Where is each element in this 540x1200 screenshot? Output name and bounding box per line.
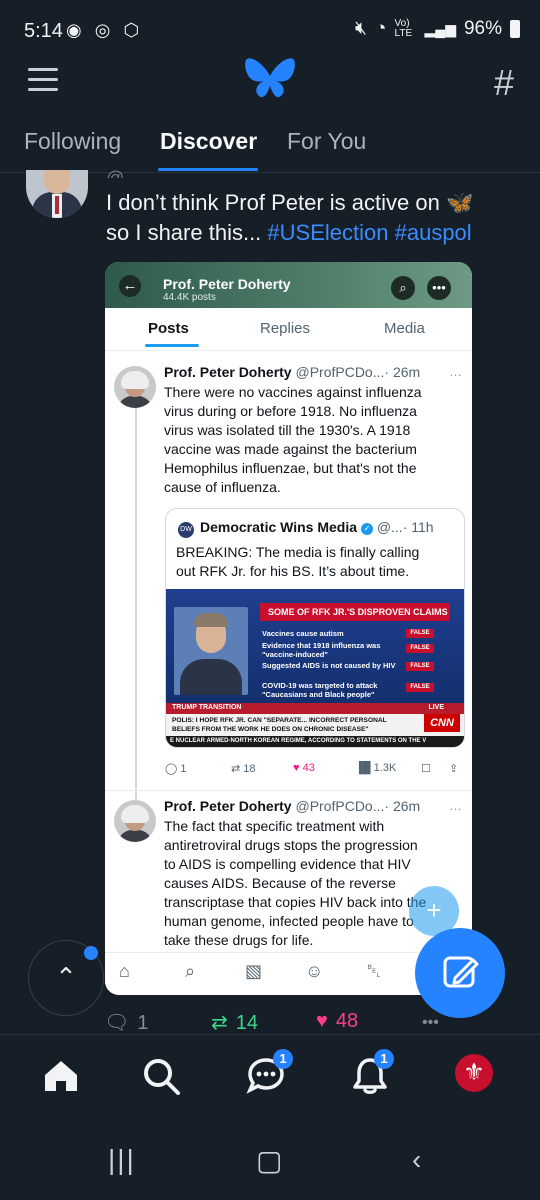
- tweet-avatar: [114, 800, 156, 842]
- home-button-icon[interactable]: ▢: [256, 1144, 282, 1177]
- tweet-avatar: [114, 366, 156, 408]
- claim: COVID-19 was targeted to attack "Caucasi…: [262, 681, 378, 699]
- hashtag-uselection[interactable]: #USElection: [267, 220, 388, 245]
- quote-header: Democratic Wins Media ✓ @...· 11h: [200, 519, 434, 535]
- tab-following[interactable]: Following: [24, 128, 121, 155]
- system-nav: ||| ▢ ‹: [0, 1118, 540, 1200]
- false-badge: FALSE: [406, 683, 434, 692]
- search-icon: ⌕: [185, 961, 196, 981]
- claim: Suggested AIDS is not caused by HIV: [262, 661, 396, 670]
- views-icon: ▐█ 1.3K: [355, 762, 397, 774]
- false-badge: FALSE: [406, 644, 434, 653]
- home-icon[interactable]: [40, 1055, 82, 1097]
- back-icon[interactable]: ‹: [412, 1144, 421, 1176]
- tweet2-header: Prof. Peter Doherty @ProfPCDo...· 26m: [164, 798, 421, 814]
- profile-tab-posts: Posts: [148, 320, 189, 337]
- tab-discover[interactable]: Discover: [160, 128, 257, 155]
- tweet1-actions: ◯︎ 1 ⇄ 18 ♥ 43 ▐█ 1.3K ☐ ⇪: [165, 762, 465, 780]
- tab-for-you[interactable]: For You: [287, 128, 366, 155]
- status-right: 🔇︎ ◔ Vo) LTE ▂▄▆ 96%: [355, 18, 520, 40]
- profile-tab-indicator: [145, 344, 199, 347]
- dw-logo: DW: [178, 522, 194, 538]
- cnn-logo: CNN: [424, 714, 460, 732]
- status-app-icons: ◉ ◎ ⬡: [66, 20, 144, 40]
- share-icon: ⇪: [449, 763, 459, 775]
- recents-icon[interactable]: |||: [108, 1144, 136, 1176]
- search-icon[interactable]: [140, 1055, 182, 1097]
- post-repost-button[interactable]: ⇄ 14: [211, 1010, 258, 1035]
- status-time: 5:14: [24, 20, 63, 42]
- profile-tab-replies: Replies: [260, 320, 311, 337]
- profile-name: Prof. Peter Doherty: [163, 276, 291, 292]
- news-strip: TRUMP TRANSITION LIVE: [166, 703, 464, 714]
- network-label: Vo) LTE: [394, 18, 413, 39]
- false-badge: FALSE: [406, 629, 434, 638]
- tweet-more-icon: …: [449, 364, 462, 379]
- thread-line: [135, 404, 137, 804]
- more-icon: •••: [427, 276, 451, 300]
- hashtag-auspol[interactable]: #auspol: [395, 220, 472, 245]
- profile-post-count: 44.4K posts: [163, 292, 216, 303]
- bell-icon: ␇: [367, 961, 382, 981]
- divider: [105, 790, 472, 791]
- menu-icon[interactable]: [28, 68, 58, 91]
- heart-icon: ♥: [316, 1010, 328, 1032]
- news-chyron: POLIS: I HOPE RFK JR. CAN "SEPARATE... I…: [166, 714, 464, 736]
- wifi-icon: ◔: [375, 18, 387, 39]
- reply-icon: 🗨︎: [104, 1012, 130, 1034]
- grok-icon: ▧: [245, 961, 263, 981]
- post-text: I don’t think Prof Peter is active on 🦋 …: [106, 188, 526, 248]
- new-posts-dot: [84, 946, 98, 960]
- author-name-cutoff: @: [106, 168, 125, 178]
- battery-percent: 96%: [463, 18, 502, 39]
- false-badge: FALSE: [406, 662, 434, 671]
- back-arrow-icon: ←: [119, 275, 141, 297]
- compose-button[interactable]: [415, 928, 505, 1018]
- post-more-button[interactable]: •••: [422, 1014, 439, 1032]
- post-image[interactable]: ← Prof. Peter Doherty 44.4K posts ⌕ ••• …: [105, 262, 472, 995]
- rfk-photo: [174, 607, 248, 695]
- post-text-line1: I don’t think Prof Peter is active on 🦋: [106, 190, 474, 215]
- retweet-icon: ⇄ 18: [231, 763, 256, 775]
- news-ticker: E NUCLEAR ARMED-NORTH KOREAN REGIME, ACC…: [166, 736, 464, 747]
- repost-icon: ⇄: [211, 1012, 228, 1034]
- verified-icon: ✓: [360, 523, 373, 535]
- mute-icon: 🔇︎: [355, 18, 368, 39]
- battery-icon: [510, 20, 520, 38]
- home-icon: ⌂: [119, 961, 130, 981]
- feed-tabs: Following Discover For You: [0, 128, 540, 172]
- status-bar: 5:14 ◉ ◎ ⬡ 🔇︎ ◔ Vo) LTE ▂▄▆ 96%: [0, 0, 540, 60]
- claim: Vaccines cause autism: [262, 629, 344, 638]
- compose-pencil-icon: [443, 956, 479, 988]
- post-reply-button[interactable]: 🗨︎ 1: [104, 1010, 149, 1035]
- signal-icon: ▂▄▆: [424, 20, 456, 37]
- reply-icon: ◯︎ 1: [165, 763, 187, 775]
- news-title: SOME OF RFK JR.'S DISPROVEN CLAIMS: [260, 603, 450, 621]
- chat-badge: 1: [273, 1049, 293, 1069]
- bluesky-butterfly-icon: [245, 58, 295, 98]
- tweet1-text: There were no vaccines against influenza…: [164, 384, 422, 495]
- feeds-hash-icon[interactable]: #: [494, 62, 514, 104]
- notifications-badge: 1: [374, 1049, 394, 1069]
- people-icon: ☺: [305, 961, 324, 981]
- claim: Evidence that 1918 influenza was "vaccin…: [262, 641, 381, 659]
- bookmark-icon: ☐: [421, 763, 431, 775]
- divider: [105, 350, 472, 351]
- quoted-post: DW Democratic Wins Media ✓ @...· 11h BRE…: [165, 508, 465, 748]
- profile-tab-media: Media: [384, 320, 425, 337]
- like-icon: ♥ 43: [293, 762, 315, 774]
- post-like-button[interactable]: ♥ 48: [316, 1010, 358, 1033]
- active-tab-indicator: [158, 168, 258, 171]
- profile-avatar[interactable]: ⚜: [455, 1054, 493, 1092]
- tweet-more-icon: …: [449, 798, 462, 813]
- tweet1-header: Prof. Peter Doherty @ProfPCDo...· 26m: [164, 364, 421, 380]
- author-avatar[interactable]: [26, 170, 88, 218]
- news-image: SOME OF RFK JR.'S DISPROVEN CLAIMS Vacci…: [166, 589, 464, 747]
- quote-text: BREAKING: The media is finally calling o…: [176, 544, 420, 579]
- post-text-line2: so I share this... #USElection #auspol: [106, 220, 472, 245]
- search-icon: ⌕: [391, 276, 415, 300]
